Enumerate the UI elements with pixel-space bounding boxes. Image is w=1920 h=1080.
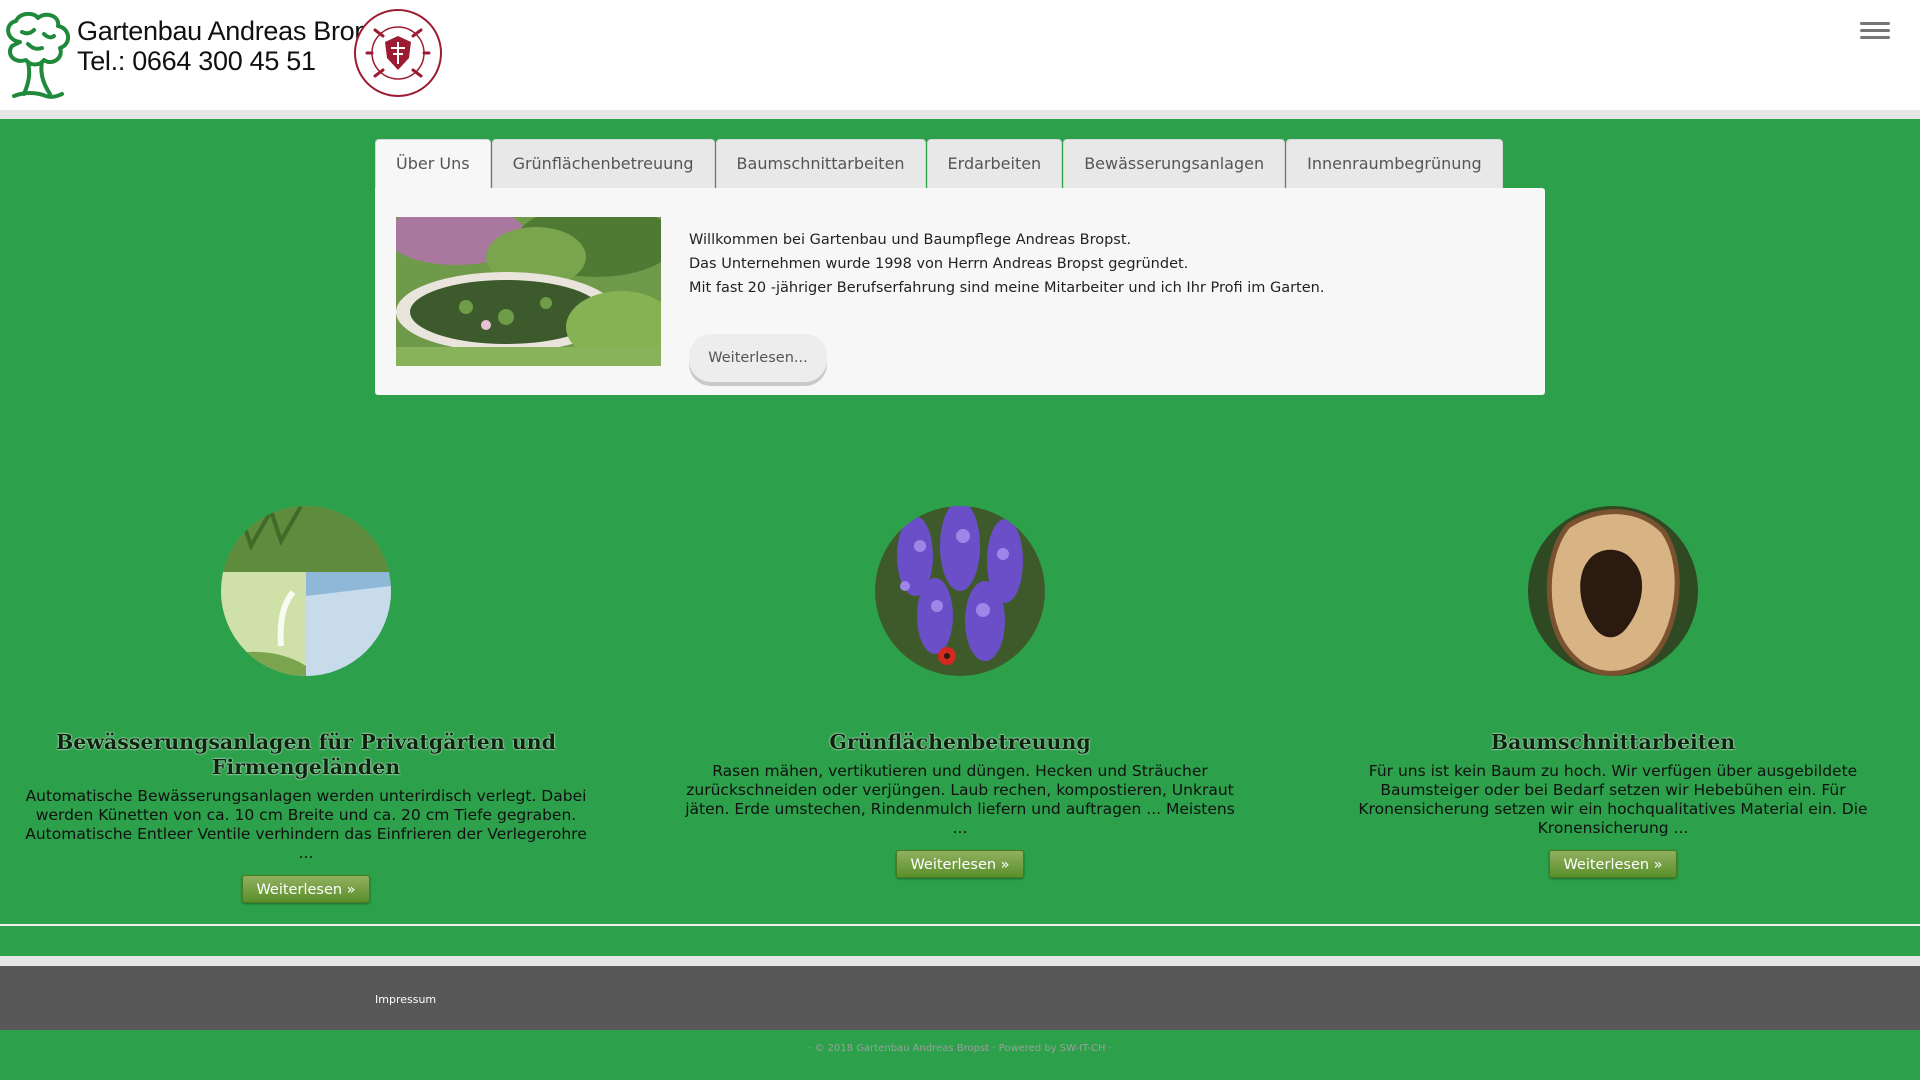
read-more-gruenflaechen-button[interactable]: Weiterlesen »	[896, 850, 1024, 878]
about-line: Mit fast 20 -jähriger Berufserfahrung si…	[689, 280, 1325, 296]
read-more-baumschnitt-button[interactable]: Weiterlesen »	[1549, 850, 1677, 878]
feature-title: Bewässerungsanlagen für Privatgärten und…	[55, 730, 557, 779]
header-divider	[0, 110, 1920, 119]
tab-bewaesserungsanlagen[interactable]: Bewässerungsanlagen	[1063, 139, 1286, 188]
company-phone: Tel.: 0664 300 45 51	[77, 46, 316, 76]
feature-description: Automatische Bewässerungsanlagen werden …	[25, 787, 587, 862]
read-more-bewaesserung-button[interactable]: Weiterlesen »	[242, 875, 370, 903]
meister-betrieb-seal-icon	[354, 9, 442, 97]
feature-title: Grünflächenbetreuung	[829, 730, 1091, 754]
feature-baumschnitt: Baumschnittarbeiten Für uns ist kein Bau…	[1318, 506, 1908, 878]
tab-innenraumbegruenung[interactable]: Innenraumbegrünung	[1286, 139, 1503, 188]
section-divider	[0, 924, 1920, 926]
feature-description: Für uns ist kein Baum zu hoch. Wir verfü…	[1358, 762, 1868, 837]
tree-trunk-image	[1528, 506, 1698, 676]
about-line: Willkommen bei Gartenbau und Baumpflege …	[689, 232, 1132, 248]
impressum-link[interactable]: Impressum	[375, 993, 436, 1006]
garden-pond-image	[396, 217, 661, 366]
site-logo[interactable]: Gartenbau Andreas Bropst Tel.: 0664 300 …	[0, 8, 445, 103]
irrigation-sprinkler-image	[219, 505, 391, 676]
flowers-image	[875, 501, 1045, 676]
tab-erdarbeiten[interactable]: Erdarbeiten	[926, 139, 1063, 188]
tab-gruenflaechenbetreuung[interactable]: Grünflächenbetreuung	[491, 139, 715, 188]
site-footer: Impressum	[0, 966, 1920, 1030]
about-text: Willkommen bei Gartenbau und Baumpflege …	[689, 228, 1509, 300]
content-tabs: Über Uns Grünflächenbetreuung Baumschnit…	[375, 139, 1504, 188]
footer-divider	[0, 956, 1920, 966]
tree-icon	[6, 12, 70, 99]
tab-panel-ueber-uns: Willkommen bei Gartenbau und Baumpflege …	[375, 188, 1545, 395]
site-header: Gartenbau Andreas Bropst Tel.: 0664 300 …	[0, 0, 1920, 110]
about-line: Das Unternehmen wurde 1998 von Herrn And…	[689, 256, 1189, 272]
feature-bewaesserung: Bewässerungsanlagen für Privatgärten und…	[11, 505, 601, 903]
read-more-button[interactable]: Weiterlesen...	[689, 334, 827, 382]
company-name: Gartenbau Andreas Bropst	[77, 16, 390, 46]
hamburger-menu-icon[interactable]	[1858, 18, 1892, 46]
feature-gruenflaechen: Grünflächenbetreuung Rasen mähen, vertik…	[665, 501, 1255, 878]
feature-description: Rasen mähen, vertikutieren und düngen. H…	[685, 762, 1235, 837]
tab-baumschnittarbeiten[interactable]: Baumschnittarbeiten	[715, 139, 926, 188]
tab-ueber-uns[interactable]: Über Uns	[375, 139, 491, 188]
copyright-text: · © 2018 Gartenbau Andreas Bropst · Powe…	[808, 1043, 1112, 1054]
feature-title: Baumschnittarbeiten	[1490, 730, 1736, 754]
